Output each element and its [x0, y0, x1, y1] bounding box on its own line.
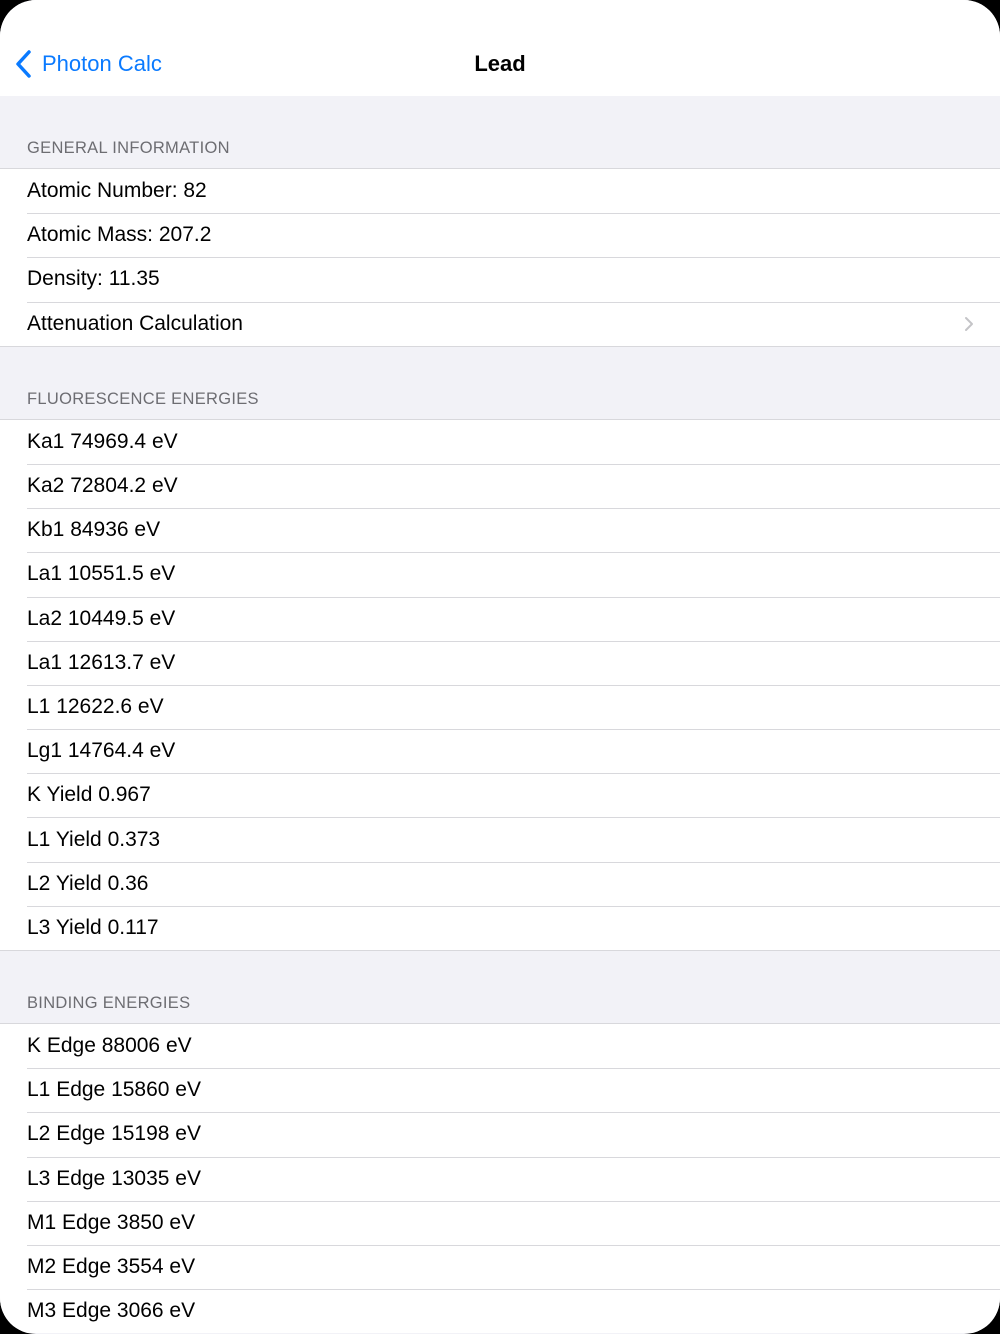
list-item: L2 Edge 15198 eV — [0, 1112, 1000, 1156]
chevron-right-icon — [965, 316, 973, 331]
list-item: M1 Edge 3850 eV — [0, 1200, 1000, 1245]
attenuation-calculation-row[interactable]: Attenuation Calculation — [0, 301, 1000, 346]
list-item-atomic-mass: Atomic Mass: 207.2 — [0, 213, 1000, 257]
list-item: L3 Edge 13035 eV — [0, 1156, 1000, 1201]
list-item: La1 10551.5 eV — [0, 552, 1000, 596]
list-item: Kb1 84936 eV — [0, 508, 1000, 552]
section-header-general: GENERAL INFORMATION — [27, 139, 230, 157]
list-item-atomic-number: Atomic Number: 82 — [27, 179, 207, 203]
attenuation-calculation-label: Attenuation Calculation — [27, 311, 243, 335]
table-view[interactable]: GENERAL INFORMATION Atomic Number: 82 At… — [0, 96, 1000, 1334]
list-item: La2 10449.5 eV — [0, 596, 1000, 641]
list-item: Ka1 74969.4 eV — [27, 429, 178, 453]
section-fluorescence: Ka1 74969.4 eV Ka2 72804.2 eV Kb1 84936 … — [0, 418, 1000, 951]
list-item: L1 12622.6 eV — [0, 684, 1000, 729]
navigation-bar: Photon Calc Lead — [0, 0, 1000, 96]
list-item: La1 12613.7 eV — [0, 640, 1000, 685]
list-item: L1 Edge 15860 eV — [0, 1068, 1000, 1112]
list-item: Ka2 72804.2 eV — [0, 463, 1000, 508]
list-item: L2 Yield 0.36 — [0, 861, 1000, 906]
app-screen: Photon Calc Lead GENERAL INFORMATION Ato… — [0, 0, 1000, 1334]
section-header-fluorescence: FLUORESCENCE ENERGIES — [27, 389, 259, 408]
list-item: M2 Edge 3554 eV — [0, 1244, 1000, 1289]
section-binding: K Edge 88006 eV L1 Edge 15860 eV L2 Edge… — [0, 1023, 1000, 1334]
list-item: M3 Edge 3066 eV — [0, 1289, 1000, 1333]
list-item: K Yield 0.967 — [0, 773, 1000, 817]
list-item-density: Density: 11.35 — [0, 257, 1000, 301]
list-item: L1 Yield 0.373 — [0, 817, 1000, 861]
section-header-binding: BINDING ENERGIES — [27, 994, 191, 1012]
list-item: L3 Yield 0.117 — [0, 905, 1000, 950]
page-title: Lead — [474, 51, 526, 76]
section-general: Atomic Number: 82 Atomic Mass: 207.2 Den… — [0, 168, 1000, 347]
list-item: K Edge 88006 eV — [27, 1034, 192, 1058]
list-item: Lg1 14764.4 eV — [0, 729, 1000, 773]
